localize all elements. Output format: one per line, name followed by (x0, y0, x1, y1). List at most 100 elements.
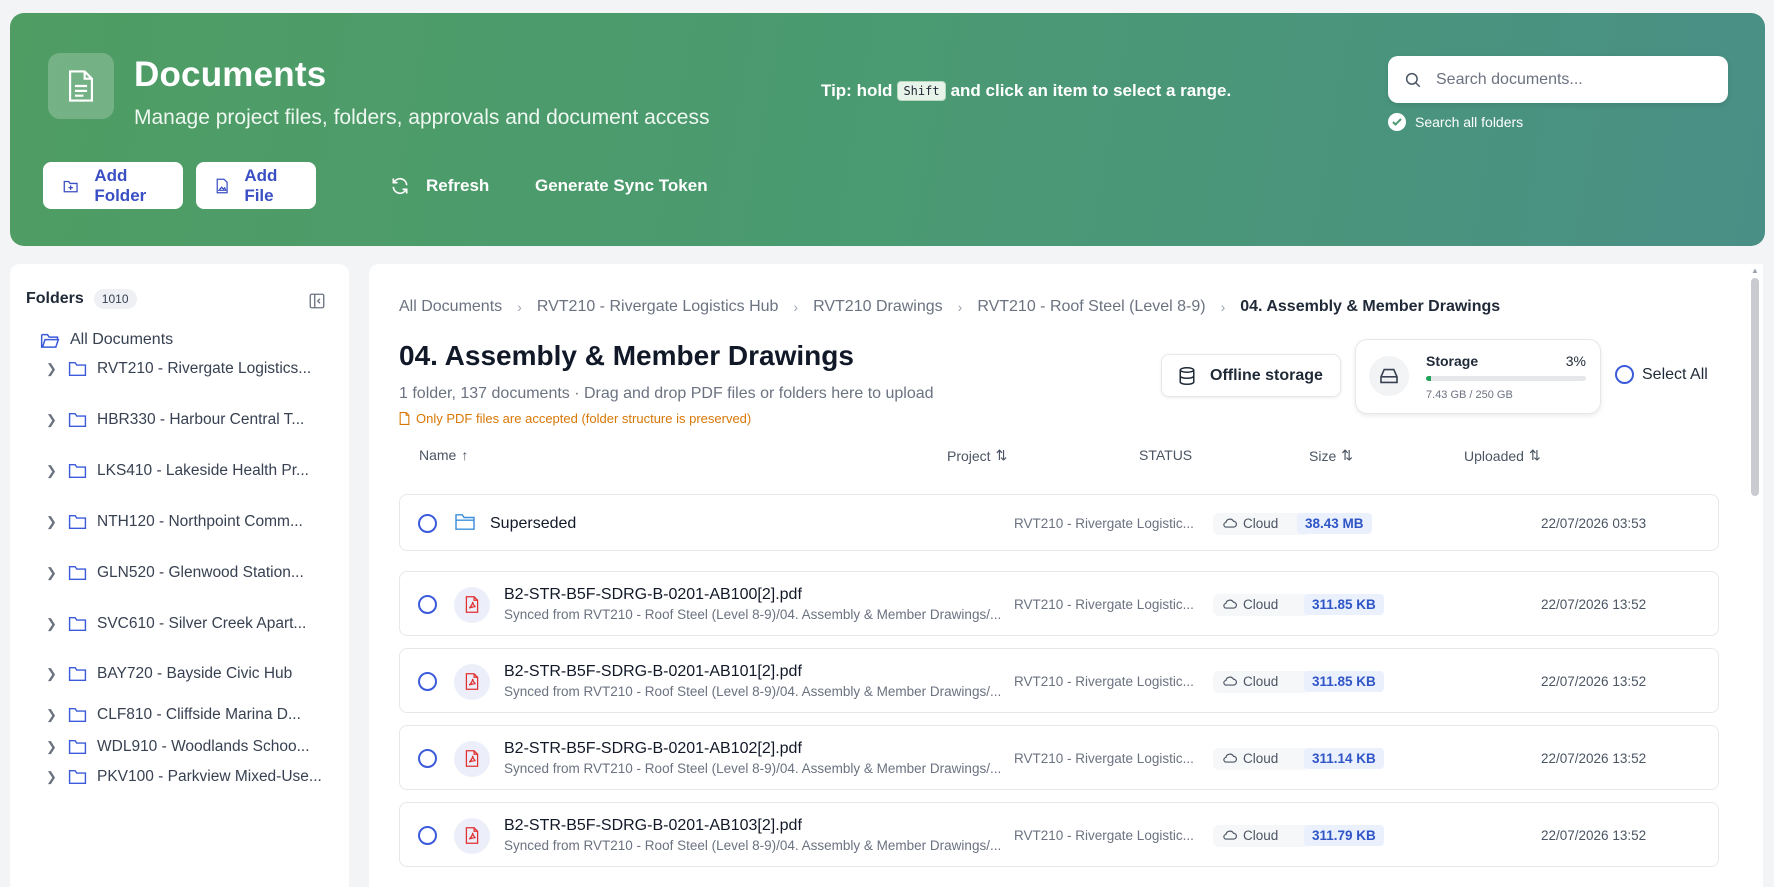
row-select-radio[interactable] (418, 825, 437, 845)
sidebar-folder-label: GLN520 - Glenwood Station... (97, 564, 304, 581)
select-all-toggle[interactable]: Select All (1615, 365, 1708, 384)
row-status-label: Cloud (1243, 674, 1279, 689)
breadcrumb-item[interactable]: RVT210 - Rivergate Logistics Hub (537, 298, 779, 316)
scrollbar-thumb[interactable] (1751, 278, 1759, 496)
cloud-icon (1223, 516, 1237, 531)
row-status-label: Cloud (1243, 516, 1279, 531)
breadcrumb-item[interactable]: RVT210 - Roof Steel (Level 8-9) (977, 298, 1205, 316)
row-name[interactable]: B2-STR-B5F-SDRG-B-0201-AB100[2].pdf (504, 586, 802, 604)
column-header-status: STATUS (1139, 447, 1192, 463)
cloud-icon (1223, 597, 1237, 612)
chevron-right-icon[interactable]: ❯ (46, 361, 68, 377)
sidebar-folder-label: CLF810 - Cliffside Marina D... (97, 706, 301, 723)
breadcrumb-item[interactable]: RVT210 Drawings (813, 298, 943, 316)
row-sync-path: Synced from RVT210 - Roof Steel (Level 8… (504, 760, 1002, 776)
row-size: 311.79 KB (1304, 824, 1384, 846)
folder-row[interactable]: Superseded RVT210 - Rivergate Logistic...… (399, 494, 1719, 551)
hard-drive-icon (1369, 356, 1409, 396)
add-folder-button[interactable]: Add Folder (43, 162, 183, 209)
sidebar-folder-item[interactable]: ❯ NTH120 - Northpoint Comm... (46, 513, 303, 531)
add-file-label: Add File (244, 165, 278, 205)
sidebar-folder-label: SVC610 - Silver Creek Apart... (97, 615, 307, 632)
column-header-name[interactable]: Name ↑ (419, 447, 468, 463)
folder-open-icon (40, 333, 60, 348)
sidebar-item-all-documents[interactable]: All Documents (40, 331, 173, 349)
row-uploaded: 22/07/2026 13:52 (1541, 673, 1647, 689)
sidebar-folder-item[interactable]: ❯ LKS410 - Lakeside Health Pr... (46, 462, 309, 480)
row-sync-path: Synced from RVT210 - Roof Steel (Level 8… (504, 837, 1002, 853)
file-warning-icon (399, 412, 410, 425)
search-icon (1405, 72, 1421, 87)
folder-icon (454, 513, 476, 536)
row-name[interactable]: B2-STR-B5F-SDRG-B-0201-AB103[2].pdf (504, 817, 802, 835)
scroll-up-icon[interactable]: ▲ (1751, 266, 1759, 275)
row-project: RVT210 - Rivergate Logistic... (1014, 750, 1194, 766)
chevron-right-icon[interactable]: ❯ (46, 514, 68, 530)
cloud-icon (1223, 828, 1237, 843)
column-project-label: Project (947, 447, 991, 464)
folder-title: 04. Assembly & Member Drawings (399, 340, 854, 371)
row-uploaded: 22/07/2026 13:52 (1541, 596, 1647, 612)
file-row[interactable]: B2-STR-B5F-SDRG-B-0201-AB102[2].pdf Synce… (399, 725, 1719, 790)
column-header-uploaded[interactable]: Uploaded ⇅ (1464, 447, 1541, 464)
sidebar-folder-item[interactable]: ❯ SVC610 - Silver Creek Apart... (46, 615, 306, 633)
row-sync-path: Synced from RVT210 - Roof Steel (Level 8… (504, 683, 1002, 699)
row-status-label: Cloud (1243, 828, 1279, 843)
pdf-file-icon (454, 740, 490, 777)
select-all-radio[interactable] (1615, 365, 1634, 384)
documents-panel: All Documents › RVT210 - Rivergate Logis… (369, 264, 1753, 887)
row-uploaded: 22/07/2026 13:52 (1541, 750, 1647, 766)
sidebar-folder-label: NTH120 - Northpoint Comm... (97, 513, 303, 530)
refresh-button[interactable]: Refresh (390, 162, 489, 209)
row-select-radio[interactable] (418, 594, 437, 614)
chevron-right-icon[interactable]: ❯ (46, 707, 68, 723)
sidebar-title: Folders (26, 290, 84, 307)
sidebar-folder-item[interactable]: ❯ GLN520 - Glenwood Station... (46, 564, 304, 582)
chevron-right-icon[interactable]: ❯ (46, 463, 68, 479)
search-input[interactable] (1436, 70, 1706, 89)
sidebar-folder-item[interactable]: ❯ RVT210 - Rivergate Logistics... (46, 360, 311, 378)
chevron-right-icon[interactable]: ❯ (46, 412, 68, 428)
sidebar-folder-item[interactable]: ❯ WDL910 - Woodlands Schoo... (46, 738, 310, 756)
offline-storage-label: Offline storage (1210, 366, 1323, 384)
chevron-right-icon: › (957, 299, 963, 315)
offline-storage-button[interactable]: Offline storage (1161, 354, 1341, 397)
column-header-size[interactable]: Size ⇅ (1309, 447, 1353, 464)
breadcrumb-item[interactable]: All Documents (399, 298, 502, 316)
search-all-folders-toggle[interactable]: Search all folders (1388, 113, 1523, 131)
sidebar-folder-item[interactable]: ❯ BAY720 - Bayside Civic Hub (46, 665, 292, 683)
refresh-label: Refresh (426, 175, 490, 195)
row-select-radio[interactable] (418, 513, 437, 533)
pdf-file-icon (454, 817, 490, 854)
file-row[interactable]: B2-STR-B5F-SDRG-B-0201-AB100[2].pdf Synce… (399, 571, 1719, 636)
folder-summary: 1 folder, 137 documents · Drag and drop … (399, 385, 934, 402)
sort-asc-icon: ↑ (461, 447, 469, 463)
generate-sync-token-button[interactable]: Generate Sync Token (535, 162, 708, 209)
chevron-right-icon[interactable]: ❯ (46, 565, 68, 581)
sort-icon: ⇅ (995, 447, 1008, 463)
shift-key-hint: Shift (897, 81, 946, 101)
row-sync-path: Synced from RVT210 - Roof Steel (Level 8… (504, 606, 1002, 622)
file-row[interactable]: B2-STR-B5F-SDRG-B-0201-AB103[2].pdf Synce… (399, 802, 1719, 867)
sidebar-folder-item[interactable]: ❯ PKV100 - Parkview Mixed-Use... (46, 768, 322, 786)
folder-count-badge: 1010 (93, 289, 137, 309)
row-name[interactable]: B2-STR-B5F-SDRG-B-0201-AB101[2].pdf (504, 663, 802, 681)
chevron-right-icon[interactable]: ❯ (46, 769, 68, 785)
chevron-right-icon[interactable]: ❯ (46, 666, 68, 682)
sidebar-folder-item[interactable]: ❯ HBR330 - Harbour Central T... (46, 411, 304, 429)
column-header-project[interactable]: Project ⇅ (947, 447, 1007, 464)
row-name[interactable]: B2-STR-B5F-SDRG-B-0201-AB102[2].pdf (504, 740, 802, 758)
add-file-button[interactable]: Add File (196, 162, 316, 209)
file-row[interactable]: B2-STR-B5F-SDRG-B-0201-AB101[2].pdf Synce… (399, 648, 1719, 713)
vertical-scrollbar[interactable]: ▲ (1747, 264, 1763, 887)
chevron-right-icon[interactable]: ❯ (46, 739, 68, 755)
row-name[interactable]: Superseded (490, 515, 576, 533)
folder-icon (68, 739, 87, 755)
search-box[interactable] (1388, 56, 1728, 103)
row-select-radio[interactable] (418, 671, 437, 691)
collapse-sidebar-icon[interactable] (308, 292, 326, 315)
sidebar-folder-item[interactable]: ❯ CLF810 - Cliffside Marina D... (46, 706, 301, 724)
row-select-radio[interactable] (418, 748, 437, 768)
chevron-right-icon[interactable]: ❯ (46, 616, 68, 632)
folder-icon (68, 769, 87, 785)
